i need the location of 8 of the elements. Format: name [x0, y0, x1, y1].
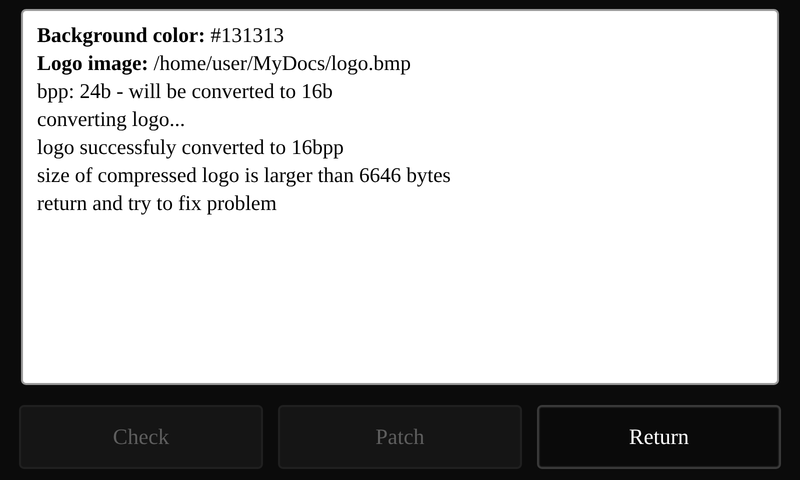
action-button[interactable]: Return — [537, 405, 781, 469]
log-line: size of compressed logo is larger than 6646 bytes — [37, 162, 452, 189]
log-line: Logo image: /home/user/MyDocs/logo.bmp — [37, 50, 412, 77]
log-line: return and try to fix problem — [37, 190, 278, 217]
log-line: bpp: 24b - will be converted to 16b — [37, 78, 334, 105]
log-line: Background color: #131313 — [37, 22, 285, 49]
log-line: logo successfuly converted to 16bpp — [37, 134, 345, 161]
log-line: converting logo... — [37, 106, 186, 133]
